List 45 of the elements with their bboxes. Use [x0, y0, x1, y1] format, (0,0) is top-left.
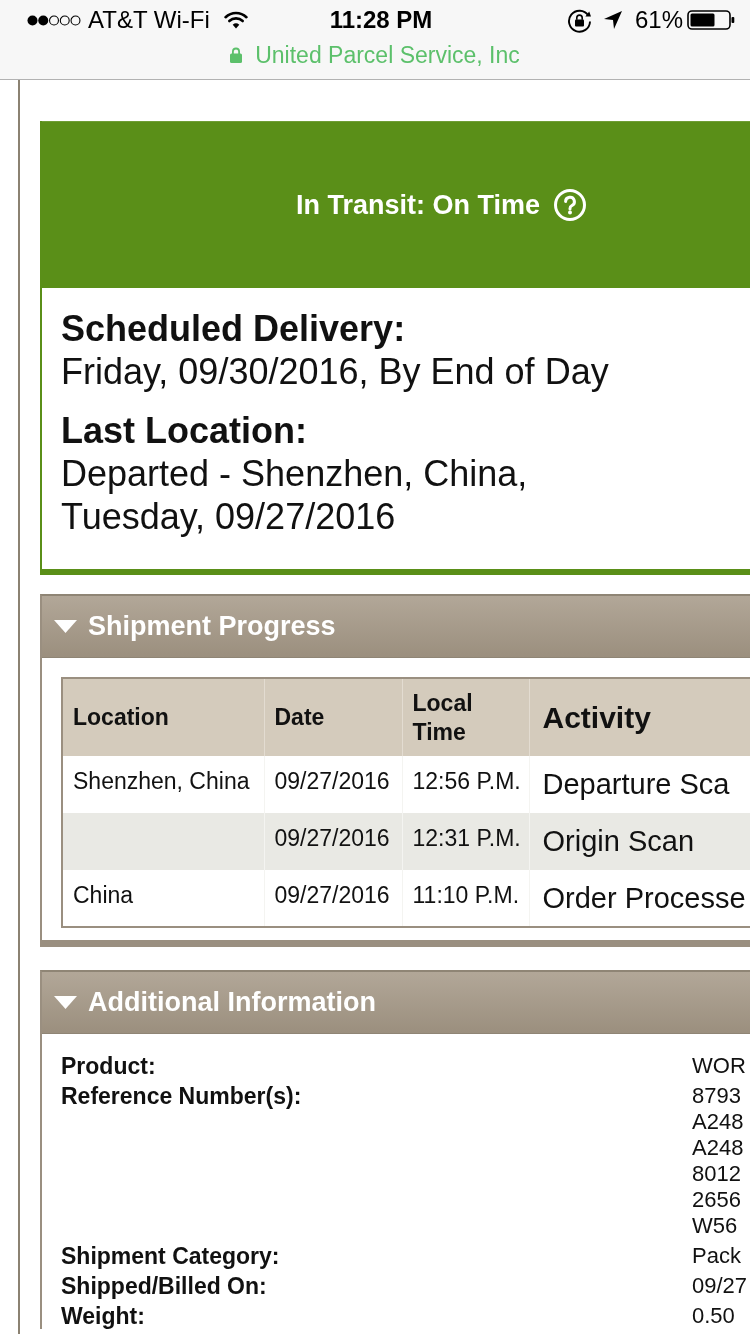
table-cell: Order Processe	[529, 870, 750, 927]
table-cell: 09/27/2016	[264, 813, 402, 870]
detail-heading: Last Location:	[61, 409, 308, 452]
carrier-name: AT&T Wi-Fi	[88, 6, 210, 34]
column-header: Activity	[529, 678, 750, 756]
field-value: Pack	[692, 1243, 742, 1269]
column-header: Local Time	[402, 678, 529, 756]
field-label: Shipment Category:	[61, 1243, 281, 1269]
clock-time: 11:28 PM	[329, 6, 433, 34]
table-cell: 09/27/2016	[264, 870, 402, 927]
field-label: Product:	[61, 1053, 157, 1079]
field-label: Shipped/Billed On:	[61, 1273, 268, 1299]
battery-icon	[687, 10, 735, 30]
column-header: Date	[264, 678, 402, 756]
field-label: Reference Number(s):	[61, 1083, 303, 1111]
table-cell: 12:31 P.M.	[402, 813, 529, 870]
field-label: Weight:	[61, 1303, 146, 1329]
help-icon[interactable]	[554, 189, 586, 221]
panel-header[interactable]: Shipment Progress	[42, 596, 750, 658]
table-cell: China	[62, 870, 264, 927]
field-value: WOR	[692, 1053, 747, 1079]
signal-strength-icon	[27, 14, 81, 26]
field-value: 8012	[692, 1161, 742, 1187]
panel-header[interactable]: Additional Information	[42, 972, 750, 1034]
location-arrow-icon	[603, 11, 622, 29]
table-cell: Origin Scan	[529, 813, 750, 870]
detail-text: Friday, 09/30/2016, By End of Day	[61, 350, 610, 393]
wifi-icon	[223, 11, 248, 29]
field-value: A248	[692, 1109, 745, 1135]
field-value: 09/27	[692, 1273, 749, 1299]
status-text: In Transit: On Time	[295, 189, 540, 221]
field-value: W56	[692, 1213, 739, 1239]
table-cell: 11:10 P.M.	[402, 870, 529, 927]
table-cell: Shenzhen, China	[62, 756, 264, 813]
battery-percentage: 61%	[634, 6, 683, 34]
field-value: 2656	[692, 1187, 742, 1213]
orientation-lock-icon	[566, 7, 592, 33]
field-value: 8793	[692, 1083, 742, 1109]
detail-text: Tuesday, 09/27/2016	[61, 495, 397, 538]
field-value: A248	[692, 1135, 745, 1161]
column-header: Location	[62, 678, 264, 756]
detail-text: Departed - Shenzhen, China,	[61, 452, 529, 495]
detail-heading: Scheduled Delivery:	[61, 307, 407, 350]
field-value: 0.50	[692, 1303, 736, 1329]
site-name[interactable]: United Parcel Service, Inc	[255, 41, 520, 69]
